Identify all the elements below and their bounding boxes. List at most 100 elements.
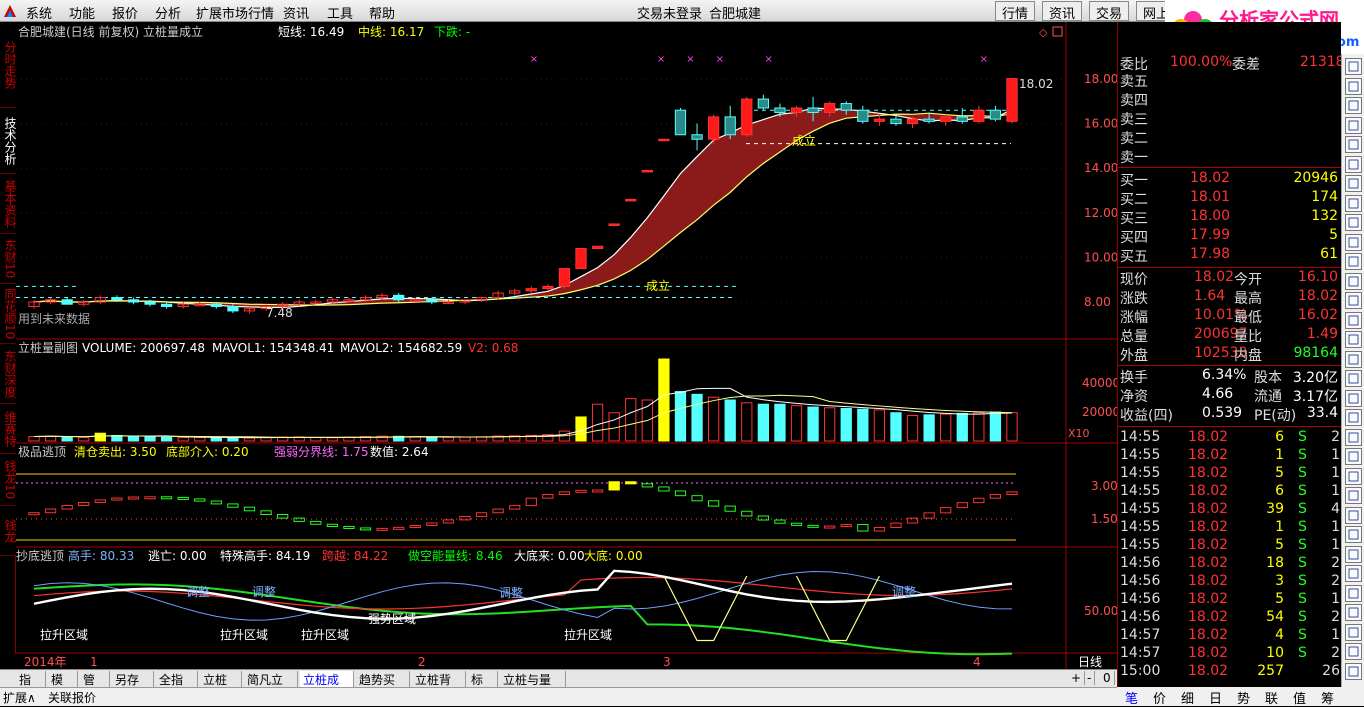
candle-body: [807, 107, 819, 113]
chart-icon[interactable]: [1345, 233, 1362, 251]
quote-button[interactable]: 行情: [995, 1, 1036, 22]
menu-function[interactable]: 功能: [69, 3, 95, 22]
quote-tab[interactable]: 势: [1237, 688, 1250, 707]
quote-tab[interactable]: 笔: [1125, 688, 1138, 707]
lines-icon[interactable]: [1345, 487, 1362, 504]
tick-count: 2: [1331, 555, 1340, 571]
tab-weisaite[interactable]: 维赛特: [0, 404, 17, 454]
stat-label: 总量: [1120, 329, 1148, 345]
menu-system[interactable]: 系统: [26, 3, 52, 22]
rsi-icon[interactable]: [1345, 350, 1362, 368]
plus-icon[interactable]: +: [1068, 671, 1086, 685]
stats-icon[interactable]: [1345, 506, 1362, 524]
stat-value: 16.10: [1297, 269, 1338, 285]
quote-tab[interactable]: 价: [1153, 688, 1166, 707]
indicator-icon[interactable]: [1345, 370, 1362, 387]
list-icon[interactable]: [1345, 428, 1362, 446]
arrow-down-icon[interactable]: [1345, 97, 1362, 114]
menu-tools[interactable]: 工具: [327, 3, 353, 22]
tab-qianlong10[interactable]: 钱龙10: [0, 454, 17, 506]
page-icon[interactable]: [1345, 545, 1362, 563]
quote-tab[interactable]: 细: [1181, 688, 1194, 707]
menu-quote[interactable]: 报价: [112, 3, 138, 22]
trend-icon[interactable]: [1345, 311, 1362, 329]
tab-qianlong[interactable]: 钱龙: [0, 506, 17, 556]
select-icon[interactable]: [1345, 526, 1362, 543]
short-energy-value: 做空能量线: 8.46: [408, 548, 503, 563]
menu-bar: 系统 功能 报价 分析 扩展市场行情 资讯 工具 帮助 交易未登录 合肥城建 行…: [0, 0, 1364, 22]
quote-tab[interactable]: 值: [1293, 688, 1306, 707]
menu-help[interactable]: 帮助: [369, 3, 395, 22]
tick-count: 1: [1331, 537, 1340, 553]
arrow-icon[interactable]: [1345, 58, 1362, 75]
help-icon[interactable]: [1345, 662, 1362, 680]
stat-value: 3.17亿: [1292, 389, 1338, 405]
compare-icon[interactable]: [1345, 272, 1362, 290]
chart-area[interactable]: 合肥城建(日线 前复权) 立桩量成立 短线: 16.49 中线: 16.17 下…: [16, 22, 1117, 669]
menu-analysis[interactable]: 分析: [155, 3, 181, 22]
tick-price: 18.02: [1188, 555, 1229, 571]
tick-time: 14:55: [1120, 447, 1161, 463]
grid2-icon[interactable]: [1345, 448, 1362, 465]
info-icon[interactable]: [1345, 584, 1362, 602]
buy-label: 买二: [1120, 192, 1148, 208]
report-icon[interactable]: [1345, 565, 1362, 582]
tick-row: 14:55 18.02 1 S 1: [1118, 519, 1342, 538]
stat-label: 换手: [1120, 370, 1148, 386]
candle-icon[interactable]: [1345, 175, 1362, 192]
minus-icon[interactable]: -: [1084, 671, 1096, 685]
tick-side: S: [1298, 555, 1307, 571]
app-logo-icon[interactable]: [2, 3, 18, 19]
extend-toggle[interactable]: 扩展∧: [3, 689, 36, 706]
quote-tab[interactable]: 联: [1265, 688, 1278, 707]
tick-volume: 3: [1275, 573, 1284, 589]
tick-price: 18.02: [1188, 483, 1229, 499]
tab-tonghuashun10[interactable]: 同花顺10: [0, 284, 17, 344]
fp-icon[interactable]: [1345, 214, 1362, 231]
stat-row: 收益(四) 0.539 PE(动) 33.4: [1118, 405, 1342, 424]
menu-extended-market[interactable]: 扩展市场行情: [196, 3, 274, 22]
zoom-in-icon[interactable]: [1345, 116, 1362, 134]
move-icon[interactable]: [1345, 409, 1362, 426]
tab-dongcai-depth[interactable]: 东财深度: [0, 344, 17, 404]
tick-side: S: [1298, 591, 1307, 607]
tab-dongcai10[interactable]: 东财10: [0, 234, 17, 284]
related-quote-button[interactable]: 关联报价: [48, 689, 96, 706]
tab-technical[interactable]: 技术分析: [0, 108, 17, 174]
high-price-marker: 18.02: [1019, 77, 1053, 91]
grid-icon[interactable]: [1345, 253, 1362, 270]
candle-body: [591, 245, 604, 249]
candle-body: [741, 98, 753, 136]
top-panel-tick: 1.50: [1091, 512, 1117, 526]
signal-marker-icon: ×: [765, 54, 773, 65]
calc-icon[interactable]: [1345, 194, 1362, 212]
tick-price: 18.02: [1188, 645, 1229, 661]
period-label[interactable]: 日线: [1078, 655, 1102, 669]
line-chart-icon[interactable]: [1345, 155, 1362, 173]
indicator-tabs: 指标模板管理另存为全指标立桩量简凡立桩立桩成立趋势买卖立桩背离标准立桩与量能+-…: [0, 669, 1117, 705]
quote-tab[interactable]: 日: [1209, 688, 1222, 707]
login-status[interactable]: 交易未登录: [637, 3, 702, 22]
zoom-out-icon[interactable]: [1345, 136, 1362, 153]
stat-label: 最高: [1234, 291, 1262, 307]
buy-label: 买五: [1120, 249, 1148, 265]
news-button[interactable]: 资讯: [1042, 1, 1083, 22]
map-icon[interactable]: [1345, 331, 1362, 348]
quote-tab[interactable]: 筹: [1321, 688, 1334, 707]
arrow-up-icon[interactable]: [1345, 77, 1362, 95]
trade-button[interactable]: 交易: [1089, 1, 1130, 22]
news-icon[interactable]: [1345, 643, 1362, 660]
zero-icon[interactable]: 0: [1100, 671, 1115, 685]
bars2-icon[interactable]: [1345, 604, 1362, 621]
menu-news[interactable]: 资讯: [283, 3, 309, 22]
tab-intraday[interactable]: 分时走势: [0, 22, 17, 108]
bars-icon[interactable]: [1345, 292, 1362, 309]
cross-icon[interactable]: [1345, 389, 1362, 407]
table-icon[interactable]: [1345, 467, 1362, 485]
pie-icon[interactable]: [1345, 623, 1362, 641]
bottom-panel-tick: 50.00: [1084, 604, 1117, 618]
volume-bar: [807, 406, 819, 442]
top-panel-value: 数值: 2.64: [370, 444, 429, 459]
tick-row: 14:55 18.02 1 S 1: [1118, 447, 1342, 466]
tab-fundamentals[interactable]: 基本资料: [0, 174, 17, 234]
